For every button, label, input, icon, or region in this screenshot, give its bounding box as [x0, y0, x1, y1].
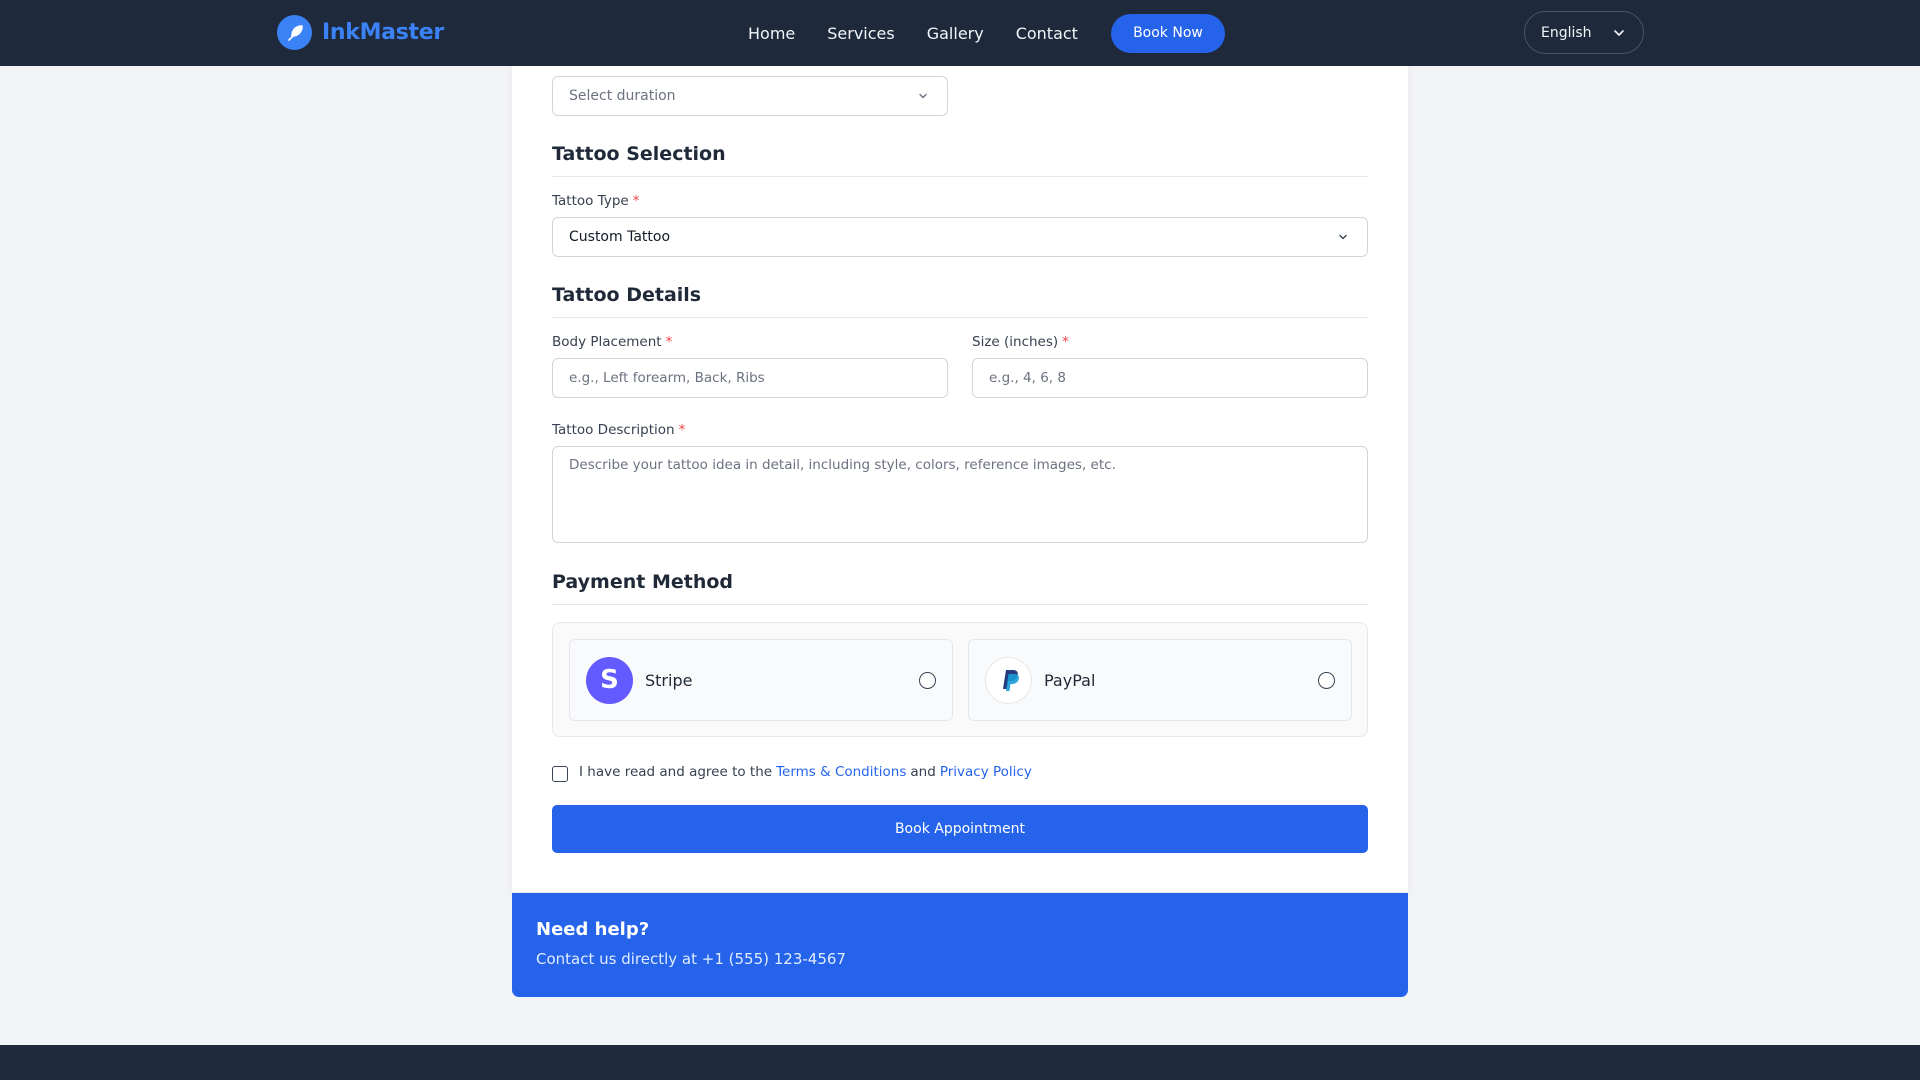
chevron-down-icon — [1614, 29, 1624, 36]
section-divider — [552, 604, 1368, 605]
brand-logo[interactable]: InkMaster — [277, 15, 444, 50]
tattoo-description-textarea[interactable] — [552, 446, 1368, 543]
tattoo-description-label: Tattoo Description * — [552, 422, 686, 438]
main-nav: Home Services Gallery Contact Book Now — [748, 0, 1225, 66]
section-divider — [552, 176, 1368, 177]
nav-contact[interactable]: Contact — [1016, 24, 1078, 43]
paypal-radio[interactable] — [1318, 671, 1335, 689]
terms-link[interactable]: Terms & Conditions — [776, 764, 906, 780]
paypal-logo-icon — [985, 656, 1032, 704]
payment-options: S Stripe PayPal — [552, 622, 1368, 737]
tattoo-selection-title: Tattoo Selection — [552, 143, 726, 165]
duration-placeholder: Select duration — [569, 88, 676, 104]
size-input[interactable] — [972, 358, 1368, 398]
agreement-text: I have read and agree to the — [579, 764, 773, 780]
body-placement-label: Body Placement * — [552, 334, 673, 350]
language-value: English — [1541, 24, 1592, 41]
help-banner: Need help? Contact us directly at +1 (55… — [512, 893, 1408, 997]
payment-method-title: Payment Method — [552, 571, 734, 593]
chevron-down-icon — [1339, 234, 1347, 240]
agreement-and: and — [910, 764, 936, 780]
book-now-button[interactable]: Book Now — [1110, 13, 1225, 53]
page-footer — [0, 1045, 1920, 1080]
payment-option-label: PayPal — [1044, 670, 1096, 690]
duration-select[interactable]: Select duration — [552, 76, 948, 116]
help-title: Need help? — [536, 919, 650, 940]
brand-name: InkMaster — [322, 20, 444, 45]
stripe-radio[interactable] — [919, 671, 936, 689]
nav-services[interactable]: Services — [827, 24, 894, 43]
payment-option-stripe[interactable]: S Stripe — [569, 639, 953, 721]
tattoo-type-select[interactable]: Custom Tattoo — [552, 217, 1368, 257]
nav-gallery[interactable]: Gallery — [927, 24, 984, 43]
tattoo-type-value: Custom Tattoo — [569, 229, 671, 245]
book-appointment-button[interactable]: Book Appointment — [552, 805, 1368, 853]
payment-option-label: Stripe — [645, 670, 693, 690]
tattoo-details-title: Tattoo Details — [552, 284, 702, 306]
tattoo-type-label: Tattoo Type * — [552, 193, 640, 209]
feather-pen-icon — [277, 15, 312, 50]
section-divider — [552, 317, 1368, 318]
terms-checkbox[interactable] — [552, 766, 568, 782]
nav-home[interactable]: Home — [748, 24, 795, 43]
body-placement-input[interactable] — [552, 358, 948, 398]
terms-agreement: I have read and agree to the Terms & Con… — [552, 762, 1032, 782]
booking-form-card: Select duration Tattoo Selection Tattoo … — [512, 40, 1408, 892]
stripe-logo-icon: S — [586, 656, 633, 704]
size-label: Size (inches) * — [972, 334, 1069, 350]
top-navbar: InkMaster Home Services Gallery Contact … — [0, 0, 1920, 66]
payment-option-paypal[interactable]: PayPal — [968, 639, 1352, 721]
chevron-down-icon — [919, 93, 927, 99]
language-select[interactable]: English — [1524, 11, 1644, 54]
privacy-link[interactable]: Privacy Policy — [940, 764, 1032, 780]
help-contact-text: Contact us directly at +1 (555) 123-4567 — [536, 950, 846, 968]
